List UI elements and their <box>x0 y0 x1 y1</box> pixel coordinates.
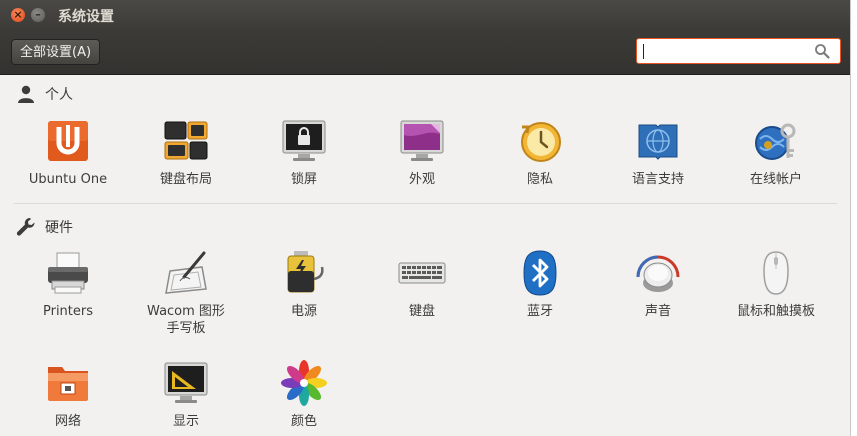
keyboard-layout-icon <box>164 121 208 160</box>
section-title-personal: 个人 <box>45 87 73 103</box>
mouse-touchpad-icon <box>763 251 789 295</box>
settings-item-appearance[interactable]: 外观 <box>366 117 478 188</box>
settings-item-sound[interactable]: 声音 <box>602 249 714 320</box>
settings-item-label: Printers <box>42 304 94 319</box>
section-header-personal: 个人 <box>16 84 73 104</box>
person-icon <box>18 85 34 103</box>
keyboard-icon <box>398 262 446 284</box>
settings-item-label: 键盘布局 <box>159 172 212 187</box>
search-icon[interactable] <box>814 43 830 59</box>
online-accounts-icon <box>755 123 796 160</box>
settings-item-ubuntu-one[interactable]: Ubuntu One <box>12 117 124 188</box>
text-caret <box>643 44 644 59</box>
section-divider <box>14 203 837 204</box>
power-icon <box>287 251 324 293</box>
settings-item-power[interactable]: 电源 <box>248 249 360 320</box>
bluetooth-icon <box>523 250 557 296</box>
display-icon <box>164 362 208 403</box>
title-bar[interactable]: × – 系统设置 <box>0 0 850 30</box>
settings-item-label: 鼠标和触摸板 <box>736 304 815 319</box>
settings-item-online-accounts[interactable]: 在线帐户 <box>720 117 832 188</box>
settings-item-mouse-touchpad[interactable]: 鼠标和触摸板 <box>720 249 832 320</box>
wrench-icon <box>16 217 35 236</box>
settings-item-label: 电源 <box>290 304 317 319</box>
settings-item-label: 锁屏 <box>290 172 317 187</box>
toolbar: 全部设置(A) <box>0 30 850 75</box>
settings-item-label: 蓝牙 <box>526 304 553 319</box>
settings-item-color[interactable]: 颜色 <box>248 359 360 430</box>
close-icon[interactable]: × <box>11 8 25 22</box>
settings-item-label: 在线帐户 <box>749 172 802 187</box>
search-input[interactable] <box>636 38 841 64</box>
settings-item-bluetooth[interactable]: 蓝牙 <box>484 249 596 320</box>
wacom-tablet-icon <box>165 251 207 294</box>
lock-screen-icon <box>282 120 326 161</box>
section-header-hardware: 硬件 <box>16 217 73 237</box>
settings-item-keyboard[interactable]: 键盘 <box>366 249 478 320</box>
system-settings-window: × – 系统设置 全部设置(A) 个人 Ubuntu One 键盘布局 锁屏 外… <box>0 0 850 436</box>
appearance-icon <box>400 120 444 161</box>
settings-item-label: Wacom 图形 手写板 <box>147 304 225 336</box>
settings-item-keyboard-layout[interactable]: 键盘布局 <box>130 117 242 188</box>
settings-item-display[interactable]: 显示 <box>130 359 242 430</box>
minimize-icon[interactable]: – <box>31 8 45 22</box>
color-icon <box>281 360 327 406</box>
language-support-icon <box>638 124 678 160</box>
settings-item-label: 隐私 <box>526 172 553 187</box>
background-window-edge <box>850 0 857 436</box>
settings-item-label: 颜色 <box>290 414 317 429</box>
window-title: 系统设置 <box>58 9 114 25</box>
settings-content: 个人 Ubuntu One 键盘布局 锁屏 外观 隐私 语言支持 在线帐户 硬件… <box>0 75 850 436</box>
settings-item-privacy[interactable]: 隐私 <box>484 117 596 188</box>
privacy-icon <box>521 122 561 162</box>
network-icon <box>48 367 88 401</box>
settings-item-label: 声音 <box>644 304 671 319</box>
sound-icon <box>636 255 680 292</box>
settings-item-network[interactable]: 网络 <box>12 359 124 430</box>
ubuntu-one-icon <box>48 121 88 161</box>
printer-icon <box>48 252 88 294</box>
settings-item-label: 显示 <box>172 414 199 429</box>
settings-item-wacom-tablet[interactable]: Wacom 图形 手写板 <box>130 249 242 337</box>
settings-item-printers[interactable]: Printers <box>12 249 124 320</box>
settings-item-language-support[interactable]: 语言支持 <box>602 117 714 188</box>
settings-item-label: Ubuntu One <box>28 172 108 187</box>
settings-item-lock-screen[interactable]: 锁屏 <box>248 117 360 188</box>
settings-item-label: 键盘 <box>408 304 435 319</box>
settings-item-label: 语言支持 <box>631 172 684 187</box>
settings-item-label: 外观 <box>408 172 435 187</box>
section-title-hardware: 硬件 <box>45 220 73 236</box>
all-settings-button[interactable]: 全部设置(A) <box>11 39 101 65</box>
settings-item-label: 网络 <box>54 414 81 429</box>
